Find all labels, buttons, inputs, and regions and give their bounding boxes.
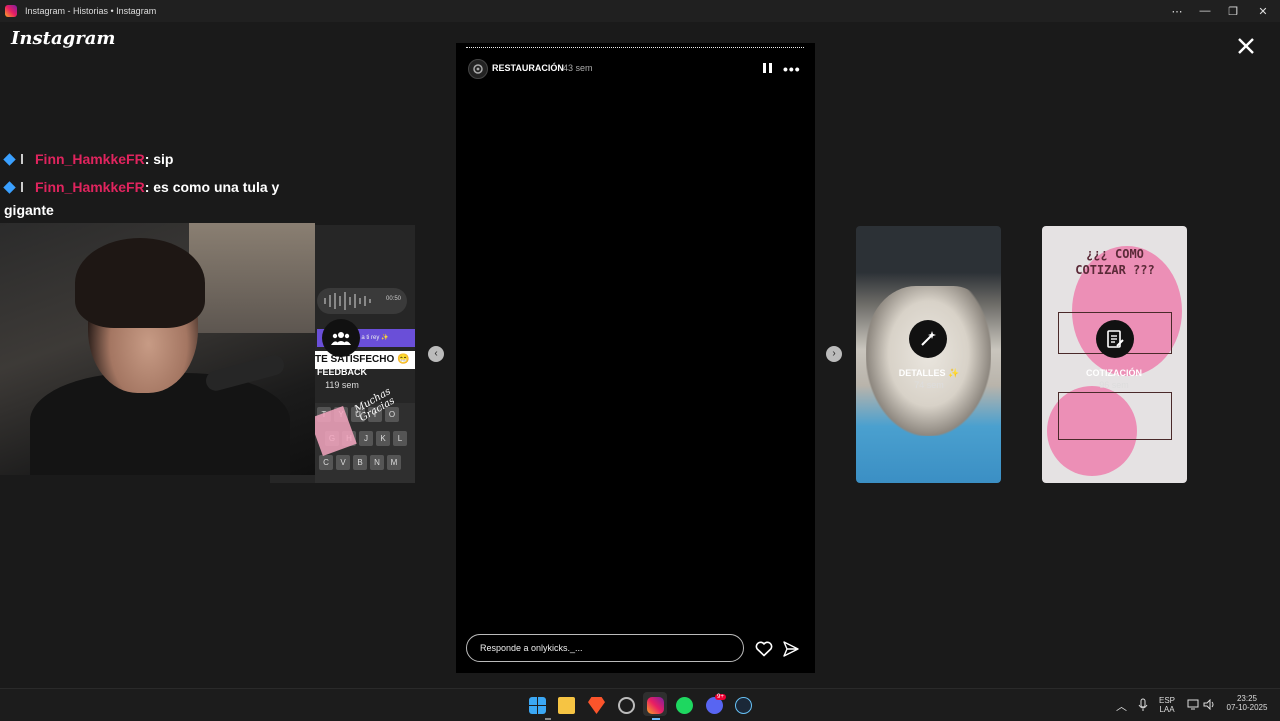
key: N xyxy=(370,455,384,470)
file-explorer-icon[interactable] xyxy=(558,697,575,714)
gear-avatar-icon xyxy=(473,64,483,74)
volume-icon[interactable] xyxy=(1203,699,1215,710)
taskbar: 9+ ︿ ESP LAA 23:25 07-10-2025 xyxy=(0,688,1280,721)
window-more-button[interactable]: ⋯ xyxy=(1162,0,1192,22)
window-title: Instagram - Historias • Instagram xyxy=(25,6,157,16)
reply-input[interactable]: Responde a onlykicks._... xyxy=(466,634,744,662)
sub-badge-icon xyxy=(3,153,16,166)
poster-box xyxy=(1058,392,1172,440)
clock[interactable]: 23:25 07-10-2025 xyxy=(1225,694,1269,712)
badge-bar-icon xyxy=(21,154,23,164)
instagram-logo[interactable]: Instagram xyxy=(11,28,115,49)
key: J xyxy=(359,431,373,446)
next-story-button[interactable]: › xyxy=(826,346,842,362)
key: M xyxy=(387,455,401,470)
previous-story-button[interactable]: ‹ xyxy=(428,346,444,362)
chat-username: Finn_HamkkeFR xyxy=(35,179,145,195)
chat-text: : es como una tula y xyxy=(144,179,280,195)
highlight-cotizacion-time: 96 sem xyxy=(1099,380,1129,390)
key: L xyxy=(393,431,407,446)
tray-chevron-icon[interactable]: ︿ xyxy=(1116,698,1127,714)
keyboard: T Y U I O G H J K L C V B N M Muchas Gra… xyxy=(309,386,415,483)
lang-top: ESP xyxy=(1159,696,1176,705)
discord-badge: 9+ xyxy=(715,694,726,700)
key: B xyxy=(353,455,367,470)
chat-message-continuation: gigante xyxy=(4,202,54,218)
windows-start-icon[interactable] xyxy=(529,697,546,714)
spotify-icon[interactable] xyxy=(676,697,693,714)
language-indicator[interactable]: ESP LAA xyxy=(1159,696,1175,714)
streamer-webcam xyxy=(0,223,315,475)
steam-icon[interactable] xyxy=(735,697,752,714)
window-titlebar: Instagram - Historias • Instagram ⋯ — ❐ … xyxy=(0,0,1280,22)
story-timestamp: 43 sem xyxy=(563,63,593,73)
story-avatar[interactable] xyxy=(468,59,488,79)
story-progress-bar xyxy=(466,47,804,48)
clock-time: 23:25 xyxy=(1236,694,1258,703)
clock-date: 07-10-2025 xyxy=(1226,703,1268,712)
window-maximize-button[interactable]: ❐ xyxy=(1218,0,1248,22)
highlight-detalles-time: 74 sem xyxy=(914,380,944,390)
obs-icon[interactable] xyxy=(618,697,635,714)
lang-bottom: LAA xyxy=(1159,705,1175,714)
badge-bar-icon xyxy=(21,182,23,192)
heart-icon[interactable] xyxy=(755,641,773,657)
document-icon xyxy=(1107,330,1124,348)
network-icon[interactable] xyxy=(1187,699,1199,710)
sneaker-image xyxy=(866,286,991,436)
streamer-hair xyxy=(75,238,205,328)
story-panel[interactable]: RESTAURACIÓN 43 sem ••• xyxy=(456,43,815,673)
webcam-background xyxy=(189,223,315,333)
close-icon[interactable] xyxy=(1233,33,1259,59)
key: C xyxy=(319,455,333,470)
waveform-icon xyxy=(324,292,371,310)
sub-badge-icon xyxy=(3,181,16,194)
more-options-icon[interactable]: ••• xyxy=(783,61,801,77)
microphone-icon[interactable] xyxy=(1138,698,1148,712)
window-minimize-button[interactable]: — xyxy=(1190,0,1220,22)
key: K xyxy=(376,431,390,446)
voice-message: 00:50 xyxy=(317,288,407,314)
chat-username: Finn_HamkkeFR xyxy=(35,151,145,167)
highlight-detalles-label: DETALLES ✨ xyxy=(898,368,960,378)
send-icon[interactable] xyxy=(783,641,799,657)
group-icon xyxy=(331,332,351,345)
highlight-cotizacion-label: COTIZACIÓN xyxy=(1086,368,1142,378)
chat-text: : sip xyxy=(144,151,174,167)
key: V xyxy=(336,455,350,470)
poster-title: ¿¿¿ COMO COTIZAR ??? xyxy=(1075,247,1155,277)
chat-message: Finn_HamkkeFR: es como una tula y xyxy=(3,176,280,199)
voice-duration: 00:50 xyxy=(386,296,402,302)
pause-icon[interactable] xyxy=(763,63,772,73)
window-close-button[interactable]: ✕ xyxy=(1248,0,1278,22)
instagram-taskbar-icon[interactable] xyxy=(647,697,664,714)
chat-message: Finn_HamkkeFR: sip xyxy=(3,148,174,171)
highlight-detalles-icon[interactable] xyxy=(909,320,947,358)
highlight-feedback-label: FEEDBACK xyxy=(316,367,367,377)
highlight-feedback-time: 119 sem xyxy=(325,380,359,390)
instagram-app-icon xyxy=(5,5,17,17)
brave-browser-icon[interactable] xyxy=(588,697,605,714)
highlight-cotizacion-icon[interactable] xyxy=(1096,320,1134,358)
highlight-feedback[interactable] xyxy=(322,319,360,357)
magic-wand-icon xyxy=(921,331,936,346)
story-username[interactable]: RESTAURACIÓN xyxy=(492,63,564,73)
